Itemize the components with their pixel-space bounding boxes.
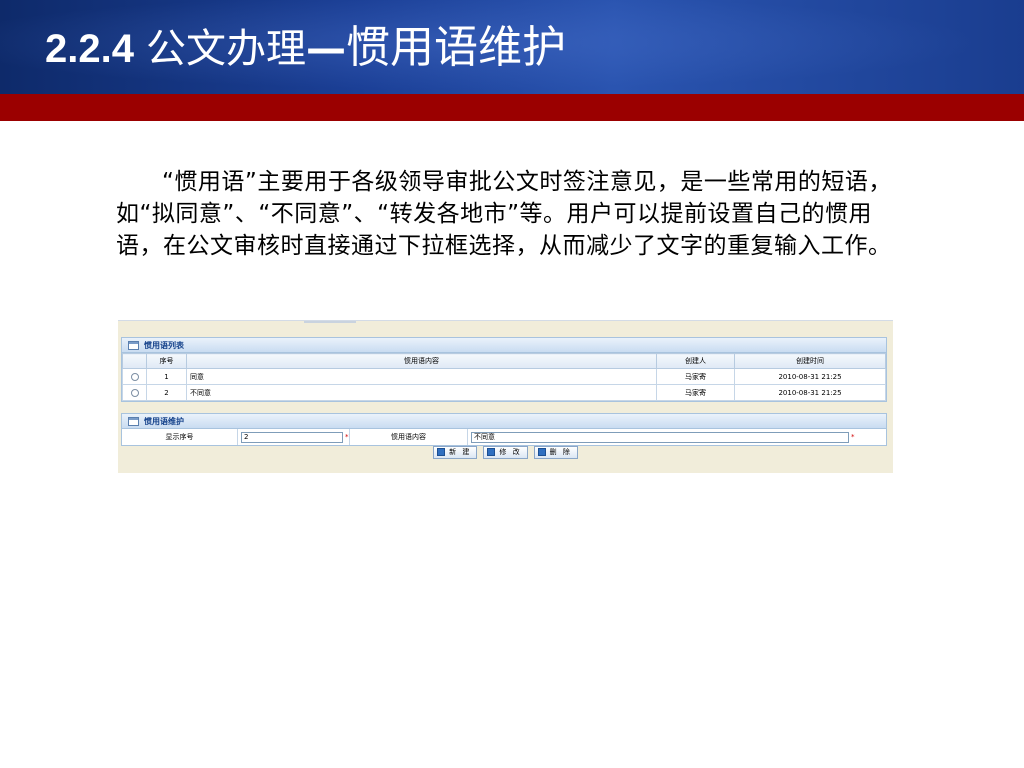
delete-button-label: 删 除 [549,448,572,456]
title-prefix: 公文办理 [145,26,306,72]
row-index: 1 [146,368,187,385]
order-input[interactable]: 2 [241,431,343,443]
row-content: 同意 [186,368,657,385]
window-icon [128,417,139,426]
row-select-cell [122,368,147,385]
column-header-content: 惯用语内容 [186,353,657,369]
slide-header: 2.2.4 公文办理—惯用语维护 [0,0,1024,94]
row-created: 2010-08-31 21:25 [734,384,886,401]
order-required-mark: * [345,433,349,441]
phrase-table: 序号 惯用语内容 创建人 创建时间 1 同意 马家寄 2010-08-31 21… [122,353,886,401]
header-red-band [0,94,1024,121]
row-creator: 马家寄 [656,368,735,385]
row-select-cell [122,384,147,401]
phrase-list-panel: 惯用语列表 序号 惯用语内容 创建人 创建时间 1 同意 马家寄 2010-08 [121,337,887,402]
edit-button[interactable]: 修 改 [483,446,528,459]
new-icon [437,448,446,456]
phrase-form-title-text: 惯用语维护 [144,417,184,426]
table-row[interactable]: 2 不同意 马家寄 2010-08-31 21:25 [122,384,886,401]
phrase-list-title-text: 惯用语列表 [144,341,184,350]
title-main: 惯用语维护 [345,22,566,73]
content-input[interactable]: 不同意 [471,431,849,443]
edit-button-label: 修 改 [499,448,522,456]
new-button-label: 新 建 [449,448,472,456]
row-content: 不同意 [186,384,657,401]
section-number: 2.2.4 [45,27,134,71]
column-header-creator: 创建人 [656,353,735,369]
row-created: 2010-08-31 21:25 [734,368,886,385]
order-label: 显示序号 [122,429,238,445]
content-label: 惯用语内容 [350,429,468,445]
phrase-form-title: 惯用语维护 [122,414,886,429]
app-screenshot: 惯用语列表 序号 惯用语内容 创建人 创建时间 1 同意 马家寄 2010-08 [118,320,893,473]
window-icon [128,341,139,350]
intro-paragraph: “惯用语”主要用于各级领导审批公文时签注意见，是一些常用的短语，如“拟同意”、“… [116,169,892,259]
table-header-row: 序号 惯用语内容 创建人 创建时间 [122,353,886,369]
delete-icon [537,448,546,456]
new-button[interactable]: 新 建 [433,446,478,459]
title-dash: — [305,26,346,72]
order-cell: 2 * [238,429,350,445]
phrase-list-title: 惯用语列表 [122,338,886,353]
row-creator: 马家寄 [656,384,735,401]
content-required-mark: * [851,433,855,441]
action-bar: 新 建 修 改 删 除 [118,446,893,460]
delete-button[interactable]: 删 除 [533,446,578,459]
top-tab-indicator [304,321,356,323]
column-header-index: 序号 [146,353,187,369]
row-index: 2 [146,384,187,401]
select-column-header [122,353,147,369]
table-row[interactable]: 1 同意 马家寄 2010-08-31 21:25 [122,368,886,385]
row-radio[interactable] [130,372,139,381]
content-cell: 不同意 * [468,429,886,445]
row-radio[interactable] [130,388,139,397]
edit-icon [487,448,496,456]
form-row: 显示序号 2 * 惯用语内容 不同意 * [122,429,886,445]
phrase-form-panel: 惯用语维护 显示序号 2 * 惯用语内容 不同意 * [121,413,887,446]
column-header-created: 创建时间 [734,353,886,369]
slide-title: 2.2.4 公文办理—惯用语维护 [45,22,566,75]
